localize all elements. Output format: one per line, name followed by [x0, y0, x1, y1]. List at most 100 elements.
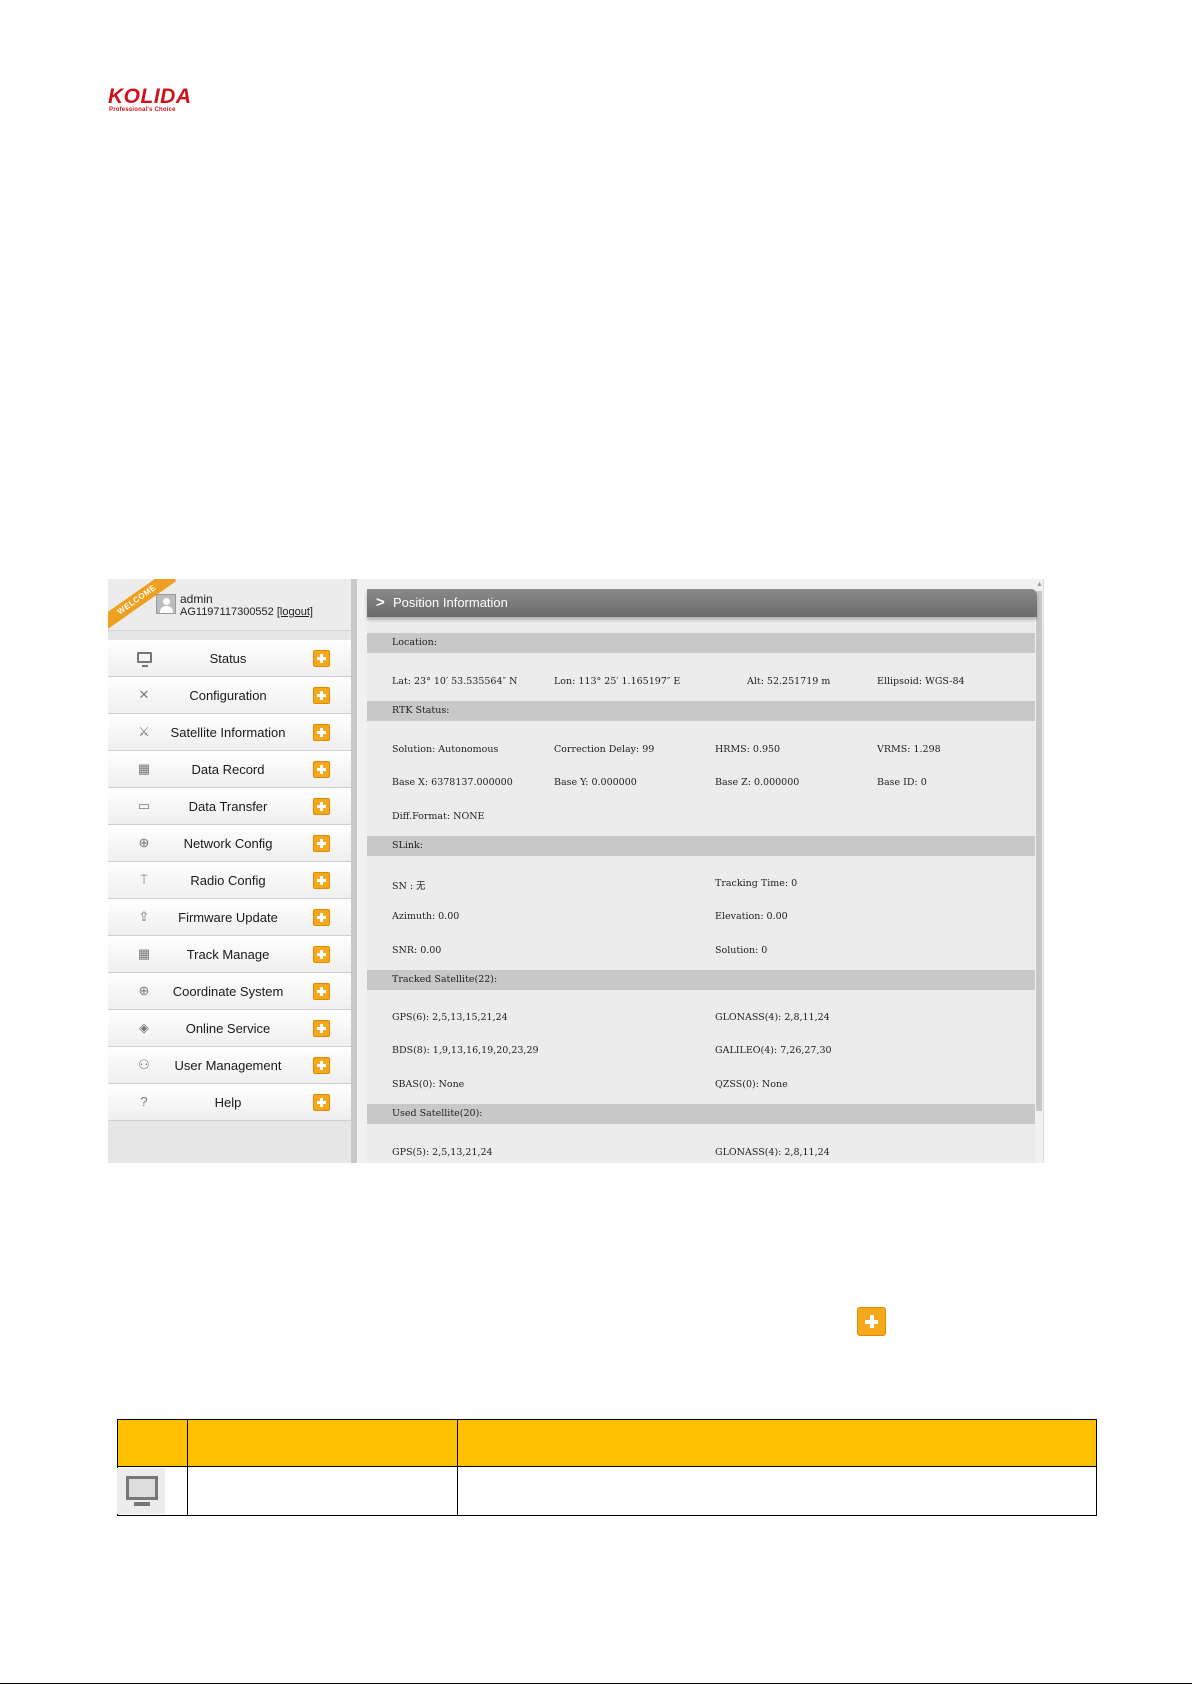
page-footer-rule — [0, 1683, 1192, 1684]
sidebar-item-label: Firmware Update — [178, 910, 278, 925]
rtk-diff-format: Diff.Format: NONE — [392, 811, 485, 822]
rtk-base-z: Base Z: 0.000000 — [715, 777, 800, 788]
section-slink-heading: SLink: — [367, 836, 1035, 856]
section-location-heading: Location: — [367, 633, 1035, 653]
sidebar-item-track-manage[interactable]: ▦ Track Manage — [108, 936, 351, 973]
user-name: admin — [180, 592, 213, 606]
expand-plus-icon[interactable] — [313, 872, 330, 889]
sidebar-item-configuration[interactable]: ✕ Configuration — [108, 677, 351, 714]
panel-title-text: Position Information — [393, 595, 508, 610]
slink-solution: Solution: 0 — [715, 945, 768, 956]
antenna-icon: ⍑ — [140, 872, 148, 887]
sidebar-item-firmware-update[interactable]: ⇪ Firmware Update — [108, 899, 351, 936]
sidebar-item-data-record[interactable]: ▦ Data Record — [108, 751, 351, 788]
expand-plus-icon[interactable] — [313, 983, 330, 1000]
tracked-qzss: QZSS(0): None — [715, 1079, 788, 1090]
sidebar-menu: Status ✕ Configuration ⚔ Satellite Infor… — [108, 640, 351, 1121]
table-header-cell — [457, 1419, 1097, 1467]
slink-snr: SNR: 0.00 — [392, 945, 442, 956]
logout-link[interactable]: [logout] — [277, 606, 313, 618]
sidebar-item-label: Satellite Information — [170, 725, 286, 740]
calendar-icon: ▦ — [137, 761, 151, 776]
sidebar: WELCOME admin AG1197117300552 [logout] S… — [108, 579, 351, 1163]
expand-plus-icon[interactable] — [313, 798, 330, 815]
sidebar-item-help[interactable]: ? Help — [108, 1084, 351, 1121]
scrollbar[interactable] — [1036, 591, 1042, 1111]
sidebar-item-data-transfer[interactable]: ▭ Data Transfer — [108, 788, 351, 825]
sidebar-item-user-management[interactable]: ⚇ User Management — [108, 1047, 351, 1084]
tracked-gps: GPS(6): 2,5,13,15,21,24 — [392, 1012, 508, 1023]
device-serial-text: AG1197117300552 — [180, 606, 274, 618]
sidebar-item-label: Radio Config — [190, 873, 266, 888]
section-used-satellite-heading: Used Satellite(20): — [367, 1104, 1035, 1124]
expand-plus-icon[interactable] — [313, 946, 330, 963]
sidebar-item-label: Help — [214, 1095, 242, 1110]
expand-plus-icon[interactable] — [313, 687, 330, 704]
section-tracked-satellite-heading: Tracked Satellite(22): — [367, 970, 1035, 990]
expand-plus-icon[interactable] — [313, 1020, 330, 1037]
logo-wordmark: KOLIDA — [108, 85, 192, 108]
sidebar-item-label: Data Record — [191, 762, 265, 777]
cube-icon: ◈ — [139, 1020, 149, 1035]
users-icon: ⚇ — [138, 1057, 150, 1072]
longitude-value: Lon: 113° 25′ 1.165197″ E — [554, 676, 681, 687]
sidebar-item-label: Network Config — [183, 836, 273, 851]
device-serial: AG1197117300552 [logout] — [180, 606, 313, 618]
rtk-base-y: Base Y: 0.000000 — [554, 777, 637, 788]
kolida-logo: KOLIDA Professional's Choice — [108, 86, 200, 116]
expand-plus-icon[interactable] — [313, 650, 330, 667]
sidebar-item-satellite-information[interactable]: ⚔ Satellite Information — [108, 714, 351, 751]
web-ui-screenshot: WELCOME admin AG1197117300552 [logout] S… — [108, 579, 1044, 1163]
tracked-sbas: SBAS(0): None — [392, 1079, 465, 1090]
sidebar-item-label: Online Service — [185, 1021, 271, 1036]
user-box: WELCOME admin AG1197117300552 [logout] — [108, 579, 351, 631]
slink-tracking-time: Tracking Time: 0 — [715, 878, 798, 889]
sidebar-item-coordinate-system[interactable]: ⊕ Coordinate System — [108, 973, 351, 1010]
globe-icon: ⊕ — [138, 835, 150, 850]
sidebar-item-label: Track Manage — [186, 947, 270, 962]
question-icon: ? — [140, 1094, 148, 1109]
expand-plus-icon[interactable] — [313, 909, 330, 926]
section-rtk-heading: RTK Status: — [367, 701, 1035, 721]
sidebar-item-label: Configuration — [189, 688, 267, 703]
position-info-panel: > Position Information Location: Lat: 23… — [367, 589, 1037, 1163]
sidebar-item-status[interactable]: Status — [108, 640, 351, 677]
avatar-icon — [156, 594, 176, 614]
expand-plus-icon[interactable] — [313, 1057, 330, 1074]
tracked-galileo: GALILEO(4): 7,26,27,30 — [715, 1045, 832, 1056]
expand-plus-icon[interactable] — [313, 1094, 330, 1111]
sidebar-item-label: Data Transfer — [188, 799, 268, 814]
used-glonass: GLONASS(4): 2,8,11,24 — [715, 1147, 830, 1158]
monitor-icon — [117, 1468, 165, 1514]
expand-plus-icon[interactable] — [313, 761, 330, 778]
table-cell-icon — [117, 1466, 188, 1516]
icon-description-table — [117, 1419, 1097, 1516]
expand-plus-icon[interactable] — [313, 724, 330, 741]
rtk-hrms: HRMS: 0.950 — [715, 744, 781, 755]
scroll-up-arrow-icon[interactable]: ▲ — [1036, 581, 1043, 589]
satellite-icon: ⚔ — [138, 724, 150, 739]
sidebar-divider — [351, 579, 357, 1163]
sidebar-item-label: Status — [209, 651, 247, 666]
used-gps: GPS(5): 2,5,13,21,24 — [392, 1147, 493, 1158]
expand-plus-icon-large — [857, 1307, 886, 1336]
slink-elevation: Elevation: 0.00 — [715, 911, 788, 922]
table-row — [117, 1466, 1097, 1516]
table-cell — [187, 1466, 458, 1516]
sidebar-item-online-service[interactable]: ◈ Online Service — [108, 1010, 351, 1047]
sidebar-item-label: Coordinate System — [172, 984, 284, 999]
chevron-right-icon: > — [376, 594, 385, 611]
sidebar-item-network-config[interactable]: ⊕ Network Config — [108, 825, 351, 862]
panel-title: > Position Information — [367, 589, 1037, 617]
expand-plus-icon[interactable] — [313, 835, 330, 852]
tracked-bds: BDS(8): 1,9,13,16,19,20,23,29 — [392, 1045, 539, 1056]
table-header-cell — [117, 1419, 188, 1467]
network-computer-icon: ▭ — [137, 798, 151, 813]
tools-icon: ✕ — [138, 687, 150, 702]
table-header-row — [117, 1419, 1097, 1467]
calendar-icon: ▦ — [137, 946, 151, 961]
rtk-base-x: Base X: 6378137.000000 — [392, 777, 513, 788]
upload-icon: ⇪ — [138, 909, 150, 924]
sidebar-item-radio-config[interactable]: ⍑ Radio Config — [108, 862, 351, 899]
monitor-icon — [137, 652, 152, 667]
